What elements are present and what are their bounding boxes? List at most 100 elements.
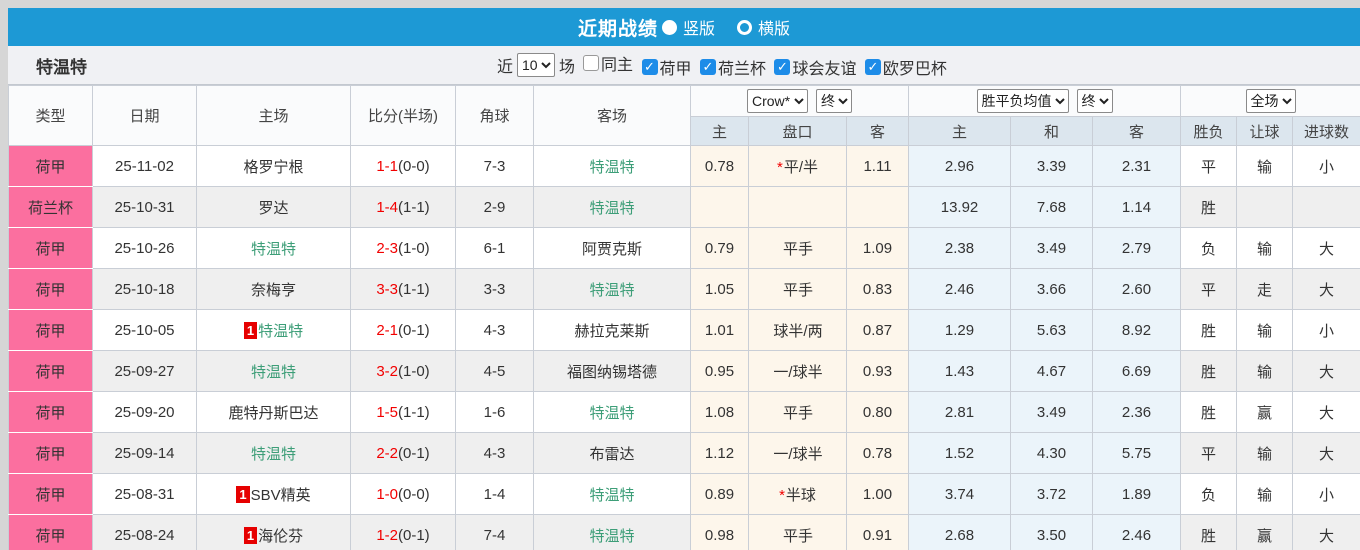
matches-count-select[interactable]: 10	[517, 53, 555, 77]
league-filter-item[interactable]: 欧罗巴杯	[865, 55, 947, 79]
corner-count: 7-3	[456, 146, 534, 187]
checkbox[interactable]	[583, 55, 599, 71]
col-avg-away: 客	[1093, 117, 1181, 146]
avg-type-select[interactable]: 胜平负均值	[977, 89, 1069, 113]
results-table: 类型 日期 主场 比分(半场) 角球 客场 Crow* 终 胜平负均值	[8, 85, 1360, 550]
home-odds	[691, 187, 749, 228]
home-team-cell: 1特温特	[197, 310, 351, 351]
vertical-layout-radio[interactable]	[662, 20, 677, 35]
horizontal-layout-label[interactable]: 横版	[758, 15, 790, 39]
score-cell: 2-1(0-1)	[351, 310, 456, 351]
away-team[interactable]: 福图纳锡塔德	[567, 364, 657, 381]
away-team[interactable]: 特温特	[589, 487, 634, 504]
corner-count: 3-3	[456, 269, 534, 310]
fulltime-score: 1-1	[376, 158, 398, 175]
away-team[interactable]: 特温特	[589, 200, 634, 217]
avg-away: 2.31	[1093, 146, 1181, 187]
fulltime-score: 2-3	[376, 240, 398, 257]
away-team[interactable]: 特温特	[589, 282, 634, 299]
checkbox[interactable]	[642, 59, 658, 75]
scope-select[interactable]: 全场	[1246, 89, 1296, 113]
league-filter-item[interactable]: 球会友谊	[774, 55, 856, 79]
fulltime-score: 1-0	[376, 486, 398, 503]
col-date: 日期	[93, 86, 197, 146]
match-type-badge: 荷甲	[9, 515, 93, 550]
odds-stage-select[interactable]: 终	[816, 89, 852, 113]
home-team-cell: 罗达	[197, 187, 351, 228]
col-away: 客场	[534, 86, 691, 146]
match-date: 25-10-26	[93, 228, 197, 269]
away-team[interactable]: 赫拉克莱斯	[574, 323, 649, 340]
score-cell: 1-0(0-0)	[351, 474, 456, 515]
goals-result: 小	[1293, 146, 1360, 187]
home-team[interactable]: 罗达	[258, 200, 288, 217]
away-team[interactable]: 布雷达	[589, 446, 634, 463]
halftime-score: (0-1)	[398, 322, 430, 339]
match-date: 25-10-31	[93, 187, 197, 228]
away-team-cell: 特温特	[534, 474, 691, 515]
avg-home: 1.52	[909, 433, 1011, 474]
score-cell: 3-3(1-1)	[351, 269, 456, 310]
bookmaker-select[interactable]: Crow*	[747, 89, 808, 113]
home-team[interactable]: 格罗宁根	[243, 159, 303, 176]
away-team[interactable]: 阿贾克斯	[582, 241, 642, 258]
home-team[interactable]: 特温特	[258, 323, 303, 340]
checkbox[interactable]	[700, 59, 716, 75]
avg-home: 13.92	[909, 187, 1011, 228]
handicap-line: 一/球半	[773, 364, 822, 381]
away-team[interactable]: 特温特	[589, 528, 634, 545]
avg-stage-select[interactable]: 终	[1077, 89, 1113, 113]
home-team-cell: 奈梅亨	[197, 269, 351, 310]
match-date: 25-09-20	[93, 392, 197, 433]
checkbox-label: 荷甲	[660, 55, 692, 79]
avg-home: 2.38	[909, 228, 1011, 269]
handicap-cell	[749, 187, 847, 228]
near-label: 近	[497, 53, 513, 77]
away-team[interactable]: 特温特	[589, 159, 634, 176]
fulltime-score: 3-2	[376, 363, 398, 380]
col-score: 比分(半场)	[351, 86, 456, 146]
home-team[interactable]: 鹿特丹斯巴达	[228, 405, 318, 422]
home-team-cell: 特温特	[197, 433, 351, 474]
avg-draw: 3.72	[1011, 474, 1093, 515]
goals-result: 大	[1293, 515, 1360, 550]
match-date: 25-10-18	[93, 269, 197, 310]
vertical-layout-label[interactable]: 竖版	[683, 15, 715, 39]
match-date: 25-11-02	[93, 146, 197, 187]
handicap-line: 一/球半	[773, 446, 822, 463]
halftime-score: (1-1)	[398, 404, 430, 421]
halftime-score: (0-1)	[398, 445, 430, 462]
checkbox[interactable]	[774, 59, 790, 75]
goals-result: 大	[1293, 392, 1360, 433]
fulltime-score: 1-4	[376, 199, 398, 216]
home-team[interactable]: 海伦芬	[258, 528, 303, 545]
match-date: 25-10-05	[93, 310, 197, 351]
home-team[interactable]: 特温特	[251, 364, 296, 381]
away-team-cell: 特温特	[534, 187, 691, 228]
table-row: 荷甲 25-11-02 格罗宁根 1-1(0-0) 7-3 特温特 0.78 *…	[9, 146, 1360, 187]
league-filter-item[interactable]: 荷甲	[642, 55, 692, 79]
away-team-cell: 特温特	[534, 392, 691, 433]
away-team[interactable]: 特温特	[589, 405, 634, 422]
away-odds: 0.91	[847, 515, 909, 550]
table-row: 荷甲 25-09-27 特温特 3-2(1-0) 4-5 福图纳锡塔德 0.95…	[9, 351, 1360, 392]
away-odds: 1.00	[847, 474, 909, 515]
home-team[interactable]: 奈梅亨	[251, 282, 296, 299]
home-team[interactable]: 特温特	[251, 241, 296, 258]
horizontal-layout-radio[interactable]	[737, 20, 752, 35]
score-cell: 1-5(1-1)	[351, 392, 456, 433]
handicap-cell: 平手	[749, 269, 847, 310]
away-team-cell: 特温特	[534, 269, 691, 310]
league-filter-item[interactable]: 荷兰杯	[700, 55, 766, 79]
home-team-cell: 格罗宁根	[197, 146, 351, 187]
col-corner: 角球	[456, 86, 534, 146]
home-team[interactable]: 特温特	[251, 446, 296, 463]
away-odds: 0.80	[847, 392, 909, 433]
away-team-cell: 布雷达	[534, 433, 691, 474]
halftime-score: (1-1)	[398, 199, 430, 216]
avg-draw: 4.67	[1011, 351, 1093, 392]
league-filter-item[interactable]: 同主	[583, 51, 633, 75]
checkbox-label: 同主	[601, 51, 633, 75]
home-team[interactable]: SBV精英	[251, 487, 311, 504]
checkbox[interactable]	[865, 59, 881, 75]
